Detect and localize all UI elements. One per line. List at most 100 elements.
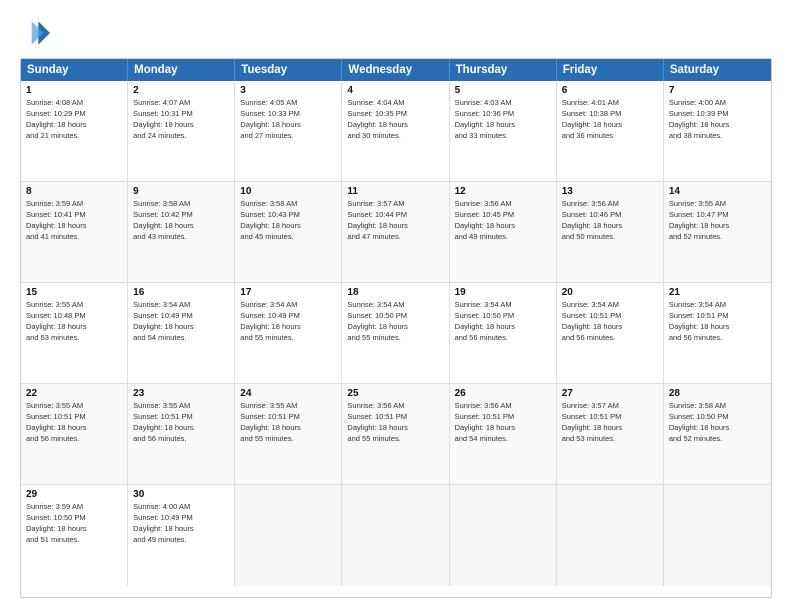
day-cell-6: 6Sunrise: 4:01 AM Sunset: 10:38 PM Dayli… xyxy=(557,81,664,181)
empty-cell xyxy=(664,485,771,586)
day-number: 14 xyxy=(669,186,766,197)
day-number: 28 xyxy=(669,388,766,399)
day-cell-4: 4 Sunrise: 4:04 AM Sunset: 10:35 PM Dayli… xyxy=(342,81,449,181)
day-info: Sunrise: 3:55 AM Sunset: 10:48 PM Daylig… xyxy=(26,300,122,344)
day-cell-19: 19Sunrise: 3:54 AM Sunset: 10:50 PM Dayl… xyxy=(450,283,557,383)
calendar-row-1: 1 Sunrise: 4:08 AM Sunset: 10:29 PM Dayli… xyxy=(21,81,771,182)
header-day-friday: Friday xyxy=(557,59,664,81)
day-number: 17 xyxy=(240,287,336,298)
day-cell-9: 9 Sunrise: 3:58 AM Sunset: 10:42 PM Dayli… xyxy=(128,182,235,282)
header xyxy=(20,18,772,48)
day-info: Sunrise: 4:08 AM Sunset: 10:29 PM Daylig… xyxy=(26,98,122,142)
day-info: Sunrise: 3:56 AM Sunset: 10:45 PM Daylig… xyxy=(455,199,551,243)
day-cell-10: 10 Sunrise: 3:58 AM Sunset: 10:43 PM Dayl… xyxy=(235,182,342,282)
day-info: Sunrise: 3:54 AM Sunset: 10:51 PM Daylig… xyxy=(562,300,658,344)
day-cell-25: 25Sunrise: 3:56 AM Sunset: 10:51 PM Dayl… xyxy=(342,384,449,484)
day-info: Sunrise: 3:55 AM Sunset: 10:51 PM Daylig… xyxy=(240,401,336,445)
day-cell-29: 29 Sunrise: 3:59 AM Sunset: 10:50 PM Dayl… xyxy=(21,485,128,586)
day-number: 11 xyxy=(347,186,443,197)
header-day-monday: Monday xyxy=(128,59,235,81)
day-info: Sunrise: 4:03 AM Sunset: 10:36 PM Daylig… xyxy=(455,98,551,142)
day-number: 1 xyxy=(26,85,122,96)
day-info: Sunrise: 3:54 AM Sunset: 10:49 PM Daylig… xyxy=(133,300,229,344)
day-cell-26: 26Sunrise: 3:56 AM Sunset: 10:51 PM Dayl… xyxy=(450,384,557,484)
header-day-sunday: Sunday xyxy=(21,59,128,81)
day-cell-28: 28 Sunrise: 3:58 AM Sunset: 10:50 PM Dayl… xyxy=(664,384,771,484)
day-info: Sunrise: 3:59 AM Sunset: 10:41 PM Daylig… xyxy=(26,199,122,243)
header-day-tuesday: Tuesday xyxy=(235,59,342,81)
day-info: Sunrise: 4:07 AM Sunset: 10:31 PM Daylig… xyxy=(133,98,229,142)
day-cell-21: 21 Sunrise: 3:54 AM Sunset: 10:51 PM Dayl… xyxy=(664,283,771,383)
day-number: 10 xyxy=(240,186,336,197)
day-cell-23: 23 Sunrise: 3:55 AM Sunset: 10:51 PM Dayl… xyxy=(128,384,235,484)
day-info: Sunrise: 3:56 AM Sunset: 10:51 PM Daylig… xyxy=(455,401,551,445)
day-number: 16 xyxy=(133,287,229,298)
day-number: 2 xyxy=(133,85,229,96)
day-number: 8 xyxy=(26,186,122,197)
logo-icon xyxy=(20,18,50,48)
calendar-body: 1 Sunrise: 4:08 AM Sunset: 10:29 PM Dayli… xyxy=(21,81,771,586)
day-cell-8: 8 Sunrise: 3:59 AM Sunset: 10:41 PM Dayli… xyxy=(21,182,128,282)
calendar: SundayMondayTuesdayWednesdayThursdayFrid… xyxy=(20,58,772,598)
calendar-row-2: 8 Sunrise: 3:59 AM Sunset: 10:41 PM Dayli… xyxy=(21,182,771,283)
day-info: Sunrise: 3:58 AM Sunset: 10:43 PM Daylig… xyxy=(240,199,336,243)
day-cell-3: 3Sunrise: 4:05 AM Sunset: 10:33 PM Dayli… xyxy=(235,81,342,181)
empty-cell xyxy=(557,485,664,586)
day-info: Sunrise: 3:56 AM Sunset: 10:51 PM Daylig… xyxy=(347,401,443,445)
day-cell-11: 11 Sunrise: 3:57 AM Sunset: 10:44 PM Dayl… xyxy=(342,182,449,282)
day-number: 22 xyxy=(26,388,122,399)
day-number: 5 xyxy=(455,85,551,96)
day-info: Sunrise: 3:55 AM Sunset: 10:51 PM Daylig… xyxy=(26,401,122,445)
day-info: Sunrise: 3:57 AM Sunset: 10:51 PM Daylig… xyxy=(562,401,658,445)
calendar-header: SundayMondayTuesdayWednesdayThursdayFrid… xyxy=(21,59,771,81)
day-info: Sunrise: 4:04 AM Sunset: 10:35 PM Daylig… xyxy=(347,98,443,142)
day-cell-2: 2 Sunrise: 4:07 AM Sunset: 10:31 PM Dayli… xyxy=(128,81,235,181)
empty-cell xyxy=(235,485,342,586)
day-info: Sunrise: 4:00 AM Sunset: 10:39 PM Daylig… xyxy=(669,98,766,142)
day-cell-1: 1 Sunrise: 4:08 AM Sunset: 10:29 PM Dayli… xyxy=(21,81,128,181)
day-info: Sunrise: 3:55 AM Sunset: 10:51 PM Daylig… xyxy=(133,401,229,445)
day-cell-24: 24 Sunrise: 3:55 AM Sunset: 10:51 PM Dayl… xyxy=(235,384,342,484)
logo xyxy=(20,18,54,48)
day-info: Sunrise: 3:55 AM Sunset: 10:47 PM Daylig… xyxy=(669,199,766,243)
day-number: 15 xyxy=(26,287,122,298)
day-number: 24 xyxy=(240,388,336,399)
day-info: Sunrise: 3:54 AM Sunset: 10:49 PM Daylig… xyxy=(240,300,336,344)
day-number: 9 xyxy=(133,186,229,197)
day-number: 12 xyxy=(455,186,551,197)
day-cell-12: 12 Sunrise: 3:56 AM Sunset: 10:45 PM Dayl… xyxy=(450,182,557,282)
day-number: 27 xyxy=(562,388,658,399)
day-number: 30 xyxy=(133,489,229,500)
day-number: 23 xyxy=(133,388,229,399)
day-cell-18: 18Sunrise: 3:54 AM Sunset: 10:50 PM Dayl… xyxy=(342,283,449,383)
day-info: Sunrise: 3:58 AM Sunset: 10:42 PM Daylig… xyxy=(133,199,229,243)
day-info: Sunrise: 4:00 AM Sunset: 10:49 PM Daylig… xyxy=(133,502,229,546)
day-number: 4 xyxy=(347,85,443,96)
day-cell-5: 5 Sunrise: 4:03 AM Sunset: 10:36 PM Dayli… xyxy=(450,81,557,181)
header-day-saturday: Saturday xyxy=(664,59,771,81)
day-number: 29 xyxy=(26,489,122,500)
day-cell-22: 22 Sunrise: 3:55 AM Sunset: 10:51 PM Dayl… xyxy=(21,384,128,484)
day-info: Sunrise: 3:58 AM Sunset: 10:50 PM Daylig… xyxy=(669,401,766,445)
calendar-row-3: 15 Sunrise: 3:55 AM Sunset: 10:48 PM Dayl… xyxy=(21,283,771,384)
day-cell-30: 30 Sunrise: 4:00 AM Sunset: 10:49 PM Dayl… xyxy=(128,485,235,586)
day-number: 3 xyxy=(240,85,336,96)
day-number: 20 xyxy=(562,287,658,298)
day-number: 19 xyxy=(455,287,551,298)
page: SundayMondayTuesdayWednesdayThursdayFrid… xyxy=(0,0,792,612)
day-cell-20: 20 Sunrise: 3:54 AM Sunset: 10:51 PM Dayl… xyxy=(557,283,664,383)
calendar-row-5: 29 Sunrise: 3:59 AM Sunset: 10:50 PM Dayl… xyxy=(21,485,771,586)
day-cell-27: 27 Sunrise: 3:57 AM Sunset: 10:51 PM Dayl… xyxy=(557,384,664,484)
day-info: Sunrise: 3:57 AM Sunset: 10:44 PM Daylig… xyxy=(347,199,443,243)
day-cell-16: 16 Sunrise: 3:54 AM Sunset: 10:49 PM Dayl… xyxy=(128,283,235,383)
day-number: 21 xyxy=(669,287,766,298)
empty-cell xyxy=(342,485,449,586)
day-info: Sunrise: 3:59 AM Sunset: 10:50 PM Daylig… xyxy=(26,502,122,546)
header-day-thursday: Thursday xyxy=(450,59,557,81)
day-cell-7: 7Sunrise: 4:00 AM Sunset: 10:39 PM Dayli… xyxy=(664,81,771,181)
day-cell-15: 15 Sunrise: 3:55 AM Sunset: 10:48 PM Dayl… xyxy=(21,283,128,383)
header-day-wednesday: Wednesday xyxy=(342,59,449,81)
day-info: Sunrise: 4:01 AM Sunset: 10:38 PM Daylig… xyxy=(562,98,658,142)
day-info: Sunrise: 3:56 AM Sunset: 10:46 PM Daylig… xyxy=(562,199,658,243)
day-info: Sunrise: 3:54 AM Sunset: 10:51 PM Daylig… xyxy=(669,300,766,344)
